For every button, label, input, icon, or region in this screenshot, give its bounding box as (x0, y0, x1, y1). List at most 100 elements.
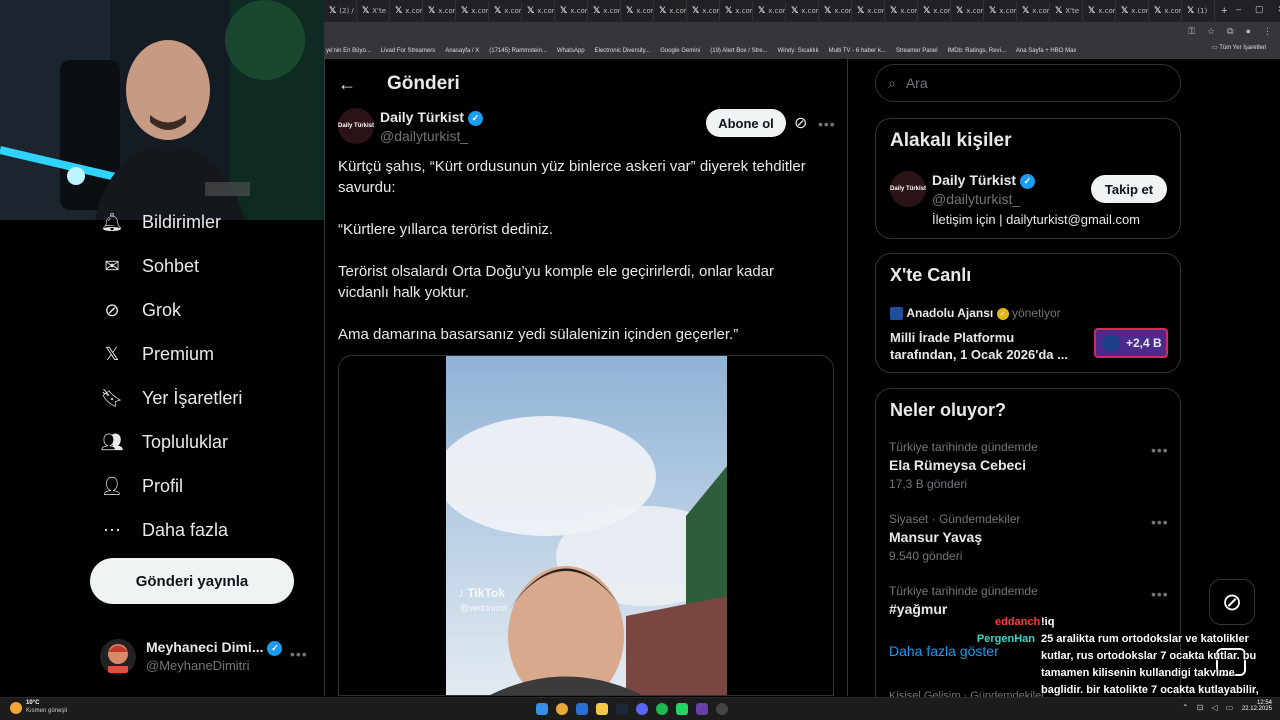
trend-more-icon[interactable]: ••• (1151, 442, 1169, 458)
browser-tab[interactable]: 𝕏x.com (720, 1, 753, 21)
nav-item-topluluklar[interactable]: 👥︎ Topluluklar (100, 430, 228, 454)
network-icon[interactable]: ⊡ (1197, 703, 1204, 712)
bookmark-item[interactable]: Google Gemini (660, 48, 700, 54)
search-input[interactable]: Ara (906, 75, 928, 91)
obs-icon[interactable] (716, 703, 728, 715)
related-name[interactable]: Daily Türkist ✓ (932, 172, 1035, 189)
browser-tab[interactable]: 𝕏x.com (819, 1, 852, 21)
bookmark-item[interactable]: Anasayfa / X (445, 48, 479, 54)
browser-tab[interactable]: 𝕏x.com (786, 1, 819, 21)
browser-tab[interactable]: 𝕏x.com (456, 1, 489, 21)
extensions-icon[interactable]: ⧉ (1227, 26, 1233, 37)
subscribe-button[interactable]: Abone ol (706, 109, 786, 137)
related-avatar[interactable]: Daily Türkist (890, 171, 926, 207)
new-tab-icon[interactable]: + (1215, 5, 1227, 17)
chevron-up-icon[interactable]: ⌃ (1182, 703, 1189, 712)
browser-tab[interactable]: 𝕏x.com (621, 1, 654, 21)
clock[interactable]: 12:54 22.12.2025 (1240, 700, 1272, 712)
nav-item-yer-i-aretleri[interactable]: 🔖︎ Yer İşaretleri (100, 386, 243, 410)
battery-icon[interactable]: ▭ (1226, 703, 1234, 712)
bookmark-item[interactable]: (19) Alert Box / Stre... (710, 48, 767, 54)
volume-icon[interactable]: ◁ (1211, 703, 1217, 712)
account-switcher[interactable]: Meyhaneci Dimi... ✓ @MeyhaneDimitri ••• (100, 637, 320, 677)
nav-item-bildirimler[interactable]: 🔔︎ Bildirimler (100, 210, 221, 234)
browser-tab[interactable]: 𝕏x.com (951, 1, 984, 21)
search-box[interactable]: ⌕ Ara (875, 64, 1181, 102)
browser-tab[interactable]: 𝕏x.com (1149, 1, 1182, 21)
browser-tab[interactable]: 𝕏x.com (522, 1, 555, 21)
browser-tab[interactable]: 𝕏x.com (654, 1, 687, 21)
start-icon[interactable] (536, 703, 548, 715)
browser-tab[interactable]: 𝕏x.com (687, 1, 720, 21)
author-avatar[interactable]: Daily Türkist (338, 108, 374, 144)
bookmark-item[interactable]: Windy: Sıcaklık (778, 48, 819, 54)
bookmark-item[interactable]: Streamer Panel (896, 48, 938, 54)
author-name[interactable]: Daily Türkist ✓ (380, 109, 483, 126)
trend-more-icon[interactable]: ••• (1151, 586, 1169, 602)
bookmark-item[interactable]: Ana Sayfa + HBO Max (1016, 48, 1077, 54)
live-listeners-badge[interactable]: +2,4 B (1094, 328, 1168, 358)
nav-item-grok[interactable]: ⊘ Grok (100, 298, 181, 322)
kebab-menu-icon[interactable]: ⋮ (1263, 26, 1272, 37)
browser-tab[interactable]: 𝕏x.com (1017, 1, 1050, 21)
browser-tab[interactable]: 𝕏 (1) (1182, 1, 1215, 21)
follow-button[interactable]: Takip et (1091, 175, 1167, 203)
browser-tab[interactable]: 𝕏x.com (555, 1, 588, 21)
edge-icon[interactable] (576, 703, 588, 715)
bookmark-item[interactable]: Livad For Streamers (381, 48, 435, 54)
bookmark-item[interactable]: ye'nin En Büyo... (326, 48, 371, 54)
spotify-icon[interactable] (656, 703, 668, 715)
browser-tab[interactable]: 𝕏(2) / X (324, 1, 357, 21)
browser-tab[interactable]: 𝕏x.com (852, 1, 885, 21)
bookmark-item[interactable]: (17145) Rammstein... (489, 48, 547, 54)
minimize-icon[interactable]: – (1236, 4, 1241, 15)
bookmark-item[interactable]: Multi TV - 6 haber k... (829, 48, 886, 54)
browser-tab[interactable]: 𝕏x.com (588, 1, 621, 21)
x-favicon-icon: 𝕏 (1154, 6, 1162, 16)
weather-icon[interactable] (10, 702, 22, 714)
explorer-icon[interactable] (596, 703, 608, 715)
back-arrow-icon[interactable]: ← (338, 74, 356, 95)
maximize-icon[interactable]: ▢ (1255, 4, 1264, 15)
browser-tab[interactable]: 𝕏 X'te (1050, 1, 1083, 21)
profile-icon[interactable]: ● (1246, 26, 1251, 37)
nav-item-profil[interactable]: 👤︎ Profil (100, 474, 183, 498)
steam-icon[interactable] (616, 703, 628, 715)
browser-tab[interactable]: 𝕏x.com (753, 1, 786, 21)
address-bar[interactable]: ⚿ ☆ ⧉ ● ⋮ (324, 22, 1280, 42)
key-icon[interactable]: ⚿ (1188, 26, 1195, 37)
browser-tab[interactable]: 𝕏x.com (918, 1, 951, 21)
trend-more-icon[interactable]: ••• (1151, 514, 1169, 530)
trend-item[interactable]: Siyaset · Gündemdekiler Mansur Yavaş 9.540… (889, 512, 1169, 563)
browser-tab[interactable]: 𝕏x.com (1116, 1, 1149, 21)
post-button[interactable]: Gönderi yayınla (90, 558, 294, 604)
trend-item[interactable]: Türkiye tarihinde gündemde Ela Rümeysa Ce… (889, 440, 1169, 491)
bookmark-item[interactable]: Electronic Diversity... (595, 48, 651, 54)
browser-tab[interactable]: 𝕏x.com (390, 1, 423, 21)
nav-item-sohbet[interactable]: ✉ Sohbet (100, 254, 199, 278)
discord-icon[interactable] (636, 703, 648, 715)
bookmark-item[interactable]: WhatsApp (557, 48, 585, 54)
browser-tab[interactable]: 𝕏x.com (1083, 1, 1116, 21)
grok-icon[interactable]: ⊘ (794, 113, 807, 133)
nav-item-premium[interactable]: 𝕏 Premium (100, 342, 214, 366)
browser-tab[interactable]: 𝕏x.com (489, 1, 522, 21)
post-more-icon[interactable]: ••• (818, 116, 836, 132)
browser-tab[interactable]: 𝕏 X'te (357, 1, 390, 21)
bookmark-item[interactable]: IMDb: Ratings, Revi... (948, 48, 1006, 54)
live-host[interactable]: Anadolu Ajansı ✓ yönetiyor (890, 306, 1061, 321)
live-text[interactable]: Milli İrade Platformu tarafından, 1 Ocak… (890, 329, 1068, 363)
browser-tab[interactable]: 𝕏x.com (423, 1, 456, 21)
browser-tab-label: x.com (570, 7, 587, 15)
browser-tab[interactable]: 𝕏x.com (984, 1, 1017, 21)
star-icon[interactable]: ☆ (1207, 26, 1215, 37)
whatsapp-icon[interactable] (676, 703, 688, 715)
more-dots-icon[interactable]: ••• (290, 646, 308, 662)
browser-tab[interactable]: 𝕏x.com (885, 1, 918, 21)
nav-item-daha-fazla[interactable]: ⋯ Daha fazla (100, 518, 228, 542)
chrome-icon[interactable] (556, 703, 568, 715)
video-player[interactable]: ♪ TikTok @vedonizm (338, 355, 834, 696)
all-bookmarks[interactable]: ▭ Tüm Yer İşaretleri (1212, 44, 1266, 51)
grok-floating-button[interactable]: ⊘ (1209, 579, 1255, 625)
twitch-icon[interactable] (696, 703, 708, 715)
